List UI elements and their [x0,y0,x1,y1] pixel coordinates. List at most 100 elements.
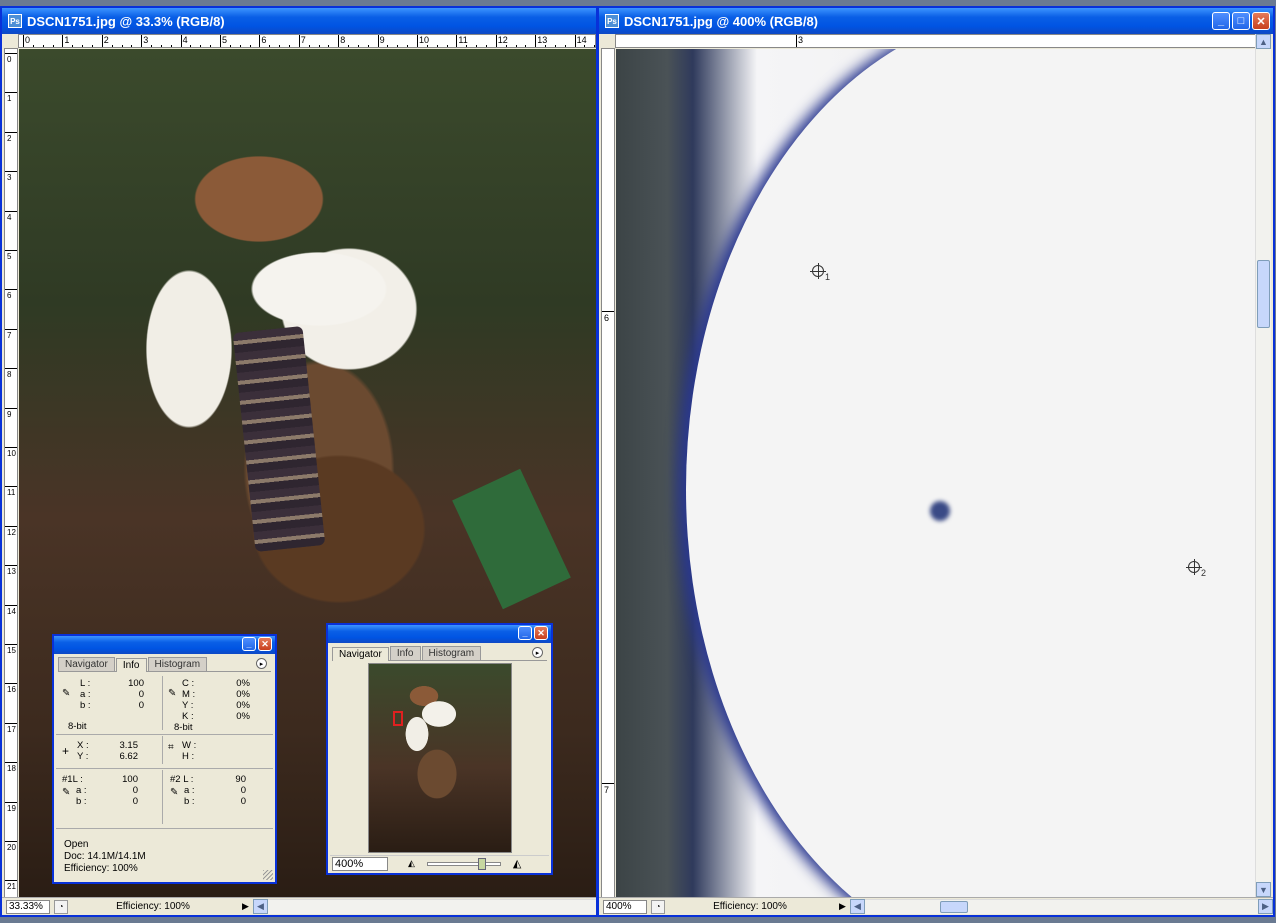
tab-histogram[interactable]: Histogram [147,657,208,671]
info-panel[interactable]: _ ✕ Navigator Info Histogram ▸ L : 100 a … [52,634,277,884]
ruler-label: 6 [7,291,12,301]
vertical-ruler[interactable]: 6 7 [601,48,615,900]
ruler-tick [796,35,797,47]
ruler-label: 7 [300,35,306,45]
eyedropper-icon[interactable]: ✎ [168,688,176,699]
status-menu-icon[interactable]: ◔ [651,899,665,914]
cmyk-m-value: 0% [236,689,250,700]
zoom-slider[interactable] [426,857,501,870]
ruler-label: 9 [7,409,12,419]
ruler-label: 3 [143,35,149,45]
info-open-text: Open [64,839,89,850]
zoom-slider-thumb[interactable] [477,857,486,870]
document-window-right[interactable]: Ps DSCN1751.jpg @ 400% (RGB/8) _ □ ✕ 3 6… [597,6,1275,917]
divider [162,736,163,764]
status-expand-arrow-icon[interactable]: ▶ [238,899,253,914]
horizontal-scrollbar[interactable] [865,899,1258,914]
ruler-label: 8 [340,35,346,45]
status-expand-arrow-icon[interactable]: ▶ [835,899,850,914]
close-button[interactable]: ✕ [258,637,272,651]
ruler-label: 2 [7,133,12,143]
horizontal-scrollbar[interactable] [268,899,596,914]
navigator-panel-titlebar[interactable]: _ ✕ [328,625,551,643]
ruler-tick [62,35,64,47]
ruler-minor-tick [42,45,44,47]
scroll-up-arrow-icon[interactable]: ▲ [1256,34,1271,49]
color-sampler-1-icon[interactable] [810,263,826,279]
gift-tag [452,468,571,610]
panel-menu-icon[interactable]: ▸ [532,647,543,658]
status-menu-icon[interactable]: ◔ [54,899,68,914]
ruler-minor-tick [525,45,527,47]
tab-navigator[interactable]: Navigator [58,657,115,671]
navigator-panel[interactable]: _ ✕ Navigator Info Histogram ▸ 400% ◭ ◭ [326,623,553,875]
tab-info[interactable]: Info [115,658,147,672]
scroll-down-arrow-icon[interactable]: ▼ [1256,882,1271,897]
ruler-tick [456,35,458,47]
zoom-in-icon[interactable]: ◭ [513,857,521,870]
lab-a-value: 0 [138,689,144,700]
ruler-minor-tick [436,45,438,47]
ruler-label: 5 [222,35,228,45]
horizontal-scroll-thumb[interactable] [940,901,968,913]
cmyk-c-label: C : [182,678,195,689]
ruler-minor-tick [387,45,389,47]
ruler-minor-tick [151,45,153,47]
ruler-label: 12 [7,527,16,537]
ruler-minor-tick [584,45,586,47]
scroll-left-arrow-icon[interactable]: ◀ [850,899,865,914]
close-button[interactable]: ✕ [1252,12,1270,30]
ruler-label: 5 [7,252,12,261]
view-proxy-box[interactable] [393,711,403,726]
minimize-button[interactable]: _ [1212,12,1230,30]
eyedropper-icon[interactable]: ✎ [62,688,70,699]
zoom-field[interactable]: 400% [603,899,647,914]
eyedropper-icon[interactable]: ✎ [170,787,178,798]
ruler-label: 11 [458,35,468,45]
photoshop-icon: Ps [8,14,22,28]
ruler-label: 7 [7,330,12,340]
zoom-field[interactable]: 33.33% [6,899,50,914]
tab-navigator[interactable]: Navigator [332,647,389,661]
wh-readout: W : H : [182,740,196,762]
selection-size-icon: ⌗ [168,742,174,753]
close-button[interactable]: ✕ [534,626,548,640]
maximize-button[interactable]: □ [1232,12,1250,30]
tab-info[interactable]: Info [389,646,421,660]
ruler-tick [602,311,614,312]
ruler-minor-tick [239,45,241,47]
ruler-label: 3 [798,35,804,45]
ruler-minor-tick [249,45,251,47]
minimize-button[interactable]: _ [518,626,532,640]
vertical-scrollbar[interactable]: ▲ ▼ [1255,34,1271,897]
ruler-label: 0 [7,55,12,64]
scroll-right-arrow-icon[interactable]: ▶ [1258,899,1273,914]
horizontal-ruler[interactable]: 3 [615,34,1257,48]
zoom-out-icon[interactable]: ◭ [408,858,415,869]
horizontal-ruler[interactable]: 0 1 2 3 4 5 6 7 8 9 10 11 12 13 14 [18,34,596,48]
ruler-label: 14 [576,35,587,45]
vertical-scroll-thumb[interactable] [1257,260,1270,328]
x-label: X : [77,740,89,751]
crosshair-icon: + [62,744,70,758]
panel-menu-icon[interactable]: ▸ [256,658,267,669]
resize-grip-icon[interactable] [263,870,273,880]
scroll-left-arrow-icon[interactable]: ◀ [253,899,268,914]
left-window-titlebar[interactable]: Ps DSCN1751.jpg @ 33.3% (RGB/8) [2,8,596,34]
ruler-tick [5,210,17,212]
tab-histogram[interactable]: Histogram [421,646,482,660]
ruler-tick [5,486,17,488]
right-window-titlebar[interactable]: Ps DSCN1751.jpg @ 400% (RGB/8) _ □ ✕ [599,8,1273,34]
info-panel-titlebar[interactable]: _ ✕ [54,636,275,654]
ruler-minor-tick [485,45,487,47]
eyedropper-icon[interactable]: ✎ [62,787,70,798]
cmyk-m-label: M : [182,689,196,700]
minimize-button[interactable]: _ [242,637,256,651]
canvas-zoomed-image[interactable]: 1 2 [616,49,1257,900]
navigator-zoom-field[interactable]: 400% [332,856,388,871]
navigator-thumbnail[interactable] [368,663,512,853]
vertical-ruler[interactable]: 0 1 2 3 4 5 6 7 8 9 10 11 12 13 14 15 16 17 18 19 20 21 [4,48,18,900]
ruler-minor-tick [594,45,595,47]
ruler-label: 11 [7,488,16,498]
color-sampler-2-icon[interactable] [1186,559,1202,575]
